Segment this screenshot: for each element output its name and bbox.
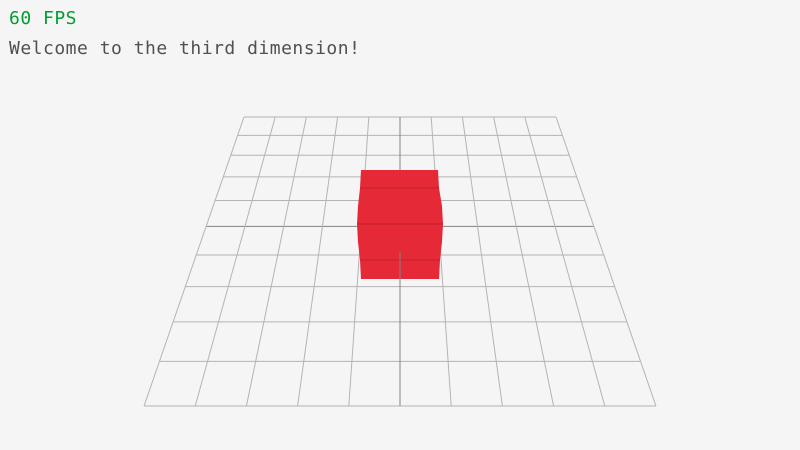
grid-line xyxy=(524,116,606,407)
fps-counter: 60 FPS xyxy=(9,8,78,29)
grid-line xyxy=(297,116,339,407)
welcome-message: Welcome to the third dimension! xyxy=(9,38,361,59)
3d-viewport[interactable] xyxy=(0,0,800,450)
grid-line xyxy=(461,116,503,407)
grid-line xyxy=(245,116,307,407)
grid-line xyxy=(143,116,245,407)
grid-line xyxy=(555,116,657,407)
game-window: 60 FPS Welcome to the third dimension! xyxy=(0,0,800,450)
grid-line xyxy=(493,116,555,407)
grid-line xyxy=(194,116,276,407)
